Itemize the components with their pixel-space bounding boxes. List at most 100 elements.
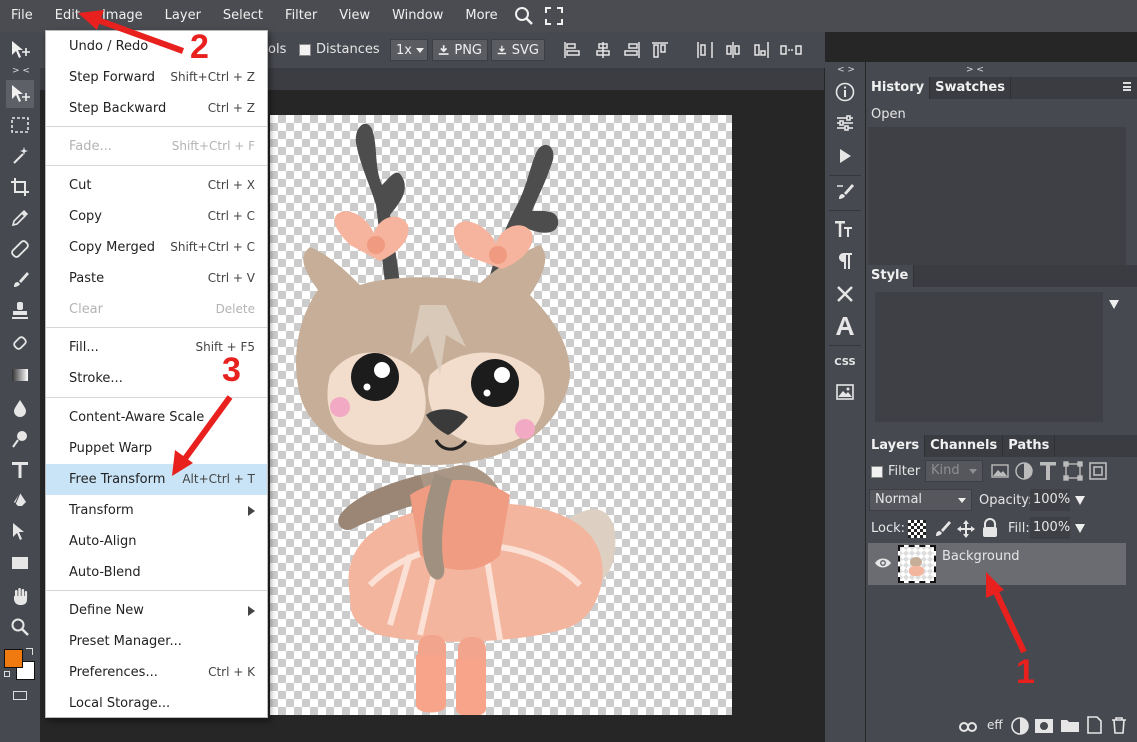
rectangle-tool[interactable] <box>6 549 34 577</box>
menu-item-copy[interactable]: Copy Ctrl + C <box>46 201 267 232</box>
search-icon[interactable] <box>509 0 539 32</box>
menu-item-local-storage[interactable]: Local Storage... <box>46 688 267 719</box>
paragraph-icon[interactable] <box>831 247 859 275</box>
fill-slider-toggle[interactable] <box>1075 524 1085 533</box>
play-icon[interactable] <box>831 142 859 170</box>
eraser-tool[interactable] <box>6 330 34 358</box>
document-canvas[interactable] <box>270 115 732 717</box>
css-icon[interactable]: CSS <box>831 348 859 376</box>
menu-filter[interactable]: Filter <box>274 0 328 32</box>
filter-shape-icon[interactable] <box>1063 461 1083 481</box>
layer-name[interactable]: Background <box>942 549 1020 564</box>
blur-tool[interactable] <box>6 394 34 422</box>
filter-type-icon[interactable] <box>1039 461 1057 481</box>
marquee-tool[interactable] <box>6 111 34 139</box>
export-png-button[interactable]: PNG <box>432 39 488 61</box>
opacity-slider-toggle[interactable] <box>1075 496 1085 505</box>
menu-item-free-transform[interactable]: Free Transform Alt+Ctrl + T <box>46 464 267 495</box>
layer-row[interactable]: Background <box>868 543 1126 585</box>
lock-all-icon[interactable] <box>981 518 999 538</box>
menu-item-define-new[interactable]: Define New <box>46 595 267 626</box>
character-icon[interactable] <box>831 215 859 243</box>
opacity-input[interactable]: 100% <box>1030 489 1070 511</box>
menu-item-auto-align[interactable]: Auto-Align <box>46 526 267 557</box>
align-hcenter-icon[interactable] <box>594 41 612 59</box>
gradient-tool[interactable] <box>6 361 34 389</box>
export-svg-button[interactable]: SVG <box>491 39 545 61</box>
menu-item-cut[interactable]: Cut Ctrl + X <box>46 170 267 201</box>
filter-adjustment-icon[interactable] <box>1015 462 1033 480</box>
default-colors-icon[interactable] <box>4 671 10 677</box>
align-top-icon[interactable] <box>651 41 669 59</box>
tab-paths[interactable]: Paths <box>1003 435 1056 457</box>
menu-item-content-aware-scale[interactable]: Content-Aware Scale <box>46 402 267 433</box>
distribute-right-icon[interactable] <box>752 41 770 59</box>
tab-swatches[interactable]: Swatches <box>930 77 1011 99</box>
new-layer-icon[interactable] <box>1085 716 1103 734</box>
menu-item-copy-merged[interactable]: Copy Merged Shift+Ctrl + C <box>46 232 267 263</box>
tools-settings-icon[interactable] <box>831 280 859 308</box>
history-entry[interactable]: Open <box>871 107 906 122</box>
magic-wand-tool[interactable] <box>6 142 34 170</box>
menu-item-clear[interactable]: Clear Delete <box>46 294 267 325</box>
menu-item-preset-manager[interactable]: Preset Manager... <box>46 626 267 657</box>
move-tool[interactable] <box>6 80 34 108</box>
menu-item-step-forward[interactable]: Step Forward Shift+Ctrl + Z <box>46 62 267 93</box>
link-icon[interactable] <box>959 721 977 733</box>
healing-brush-tool[interactable] <box>6 235 34 263</box>
trash-icon[interactable] <box>1111 716 1127 734</box>
menu-item-preferences[interactable]: Preferences... Ctrl + K <box>46 657 267 688</box>
blend-mode-select[interactable]: Normal <box>869 489 972 511</box>
mask-icon[interactable] <box>1034 717 1054 735</box>
quick-mask-icon[interactable] <box>13 691 27 700</box>
swap-colors-icon[interactable] <box>26 648 33 655</box>
lock-brush-icon[interactable] <box>932 519 952 539</box>
menu-item-auto-blend[interactable]: Auto-Blend <box>46 557 267 588</box>
clone-stamp-tool[interactable] <box>6 297 34 325</box>
distances-toggle[interactable]: Distances <box>299 42 380 57</box>
filter-smart-object-icon[interactable] <box>1088 461 1108 481</box>
align-right-icon[interactable] <box>623 41 641 59</box>
align-left-icon[interactable] <box>563 41 581 59</box>
image-icon[interactable] <box>831 378 859 406</box>
distances-checkbox[interactable] <box>299 43 311 56</box>
fill-input[interactable]: 100% <box>1030 517 1070 539</box>
dodge-tool[interactable] <box>6 425 34 453</box>
menu-item-step-backward[interactable]: Step Backward Ctrl + Z <box>46 93 267 124</box>
eye-icon[interactable] <box>874 556 892 570</box>
foreground-color-swatch[interactable] <box>4 649 23 668</box>
menu-item-undo-redo[interactable]: Undo / Redo <box>46 31 267 62</box>
type-tool[interactable] <box>6 456 34 484</box>
adjustment-layer-icon[interactable] <box>1011 717 1029 735</box>
panel-collapse-toggle[interactable]: > < <box>12 66 30 76</box>
zoom-tool[interactable] <box>6 613 34 641</box>
distribute-spacing-icon[interactable] <box>780 41 802 59</box>
kind-select[interactable]: Kind <box>925 460 983 482</box>
path-select-tool[interactable] <box>6 518 34 546</box>
menu-file[interactable]: File <box>0 0 44 32</box>
menu-view[interactable]: View <box>328 0 381 32</box>
folder-icon[interactable] <box>1060 717 1080 733</box>
tab-history[interactable]: History <box>866 77 931 99</box>
zoom-select[interactable]: 1x <box>390 39 428 61</box>
tab-layers[interactable]: Layers <box>866 435 926 457</box>
style-list[interactable] <box>875 292 1103 422</box>
distribute-left-icon[interactable] <box>696 41 714 59</box>
menu-item-puppet-warp[interactable]: Puppet Warp <box>46 433 267 464</box>
crop-tool[interactable] <box>6 173 34 201</box>
panel-menu-icon[interactable] <box>1123 82 1131 91</box>
menu-more[interactable]: More <box>454 0 508 32</box>
distribute-hcenter-icon[interactable] <box>724 41 742 59</box>
hand-tool[interactable] <box>6 582 34 610</box>
layer-thumbnail[interactable] <box>898 545 936 583</box>
filter-image-icon[interactable] <box>991 463 1009 479</box>
fullscreen-icon[interactable] <box>539 0 569 32</box>
filter-toggle[interactable]: Filter <box>871 464 920 479</box>
lock-move-icon[interactable] <box>956 519 976 539</box>
eyedropper-tool[interactable] <box>6 204 34 232</box>
info-icon[interactable] <box>831 78 859 106</box>
menu-window[interactable]: Window <box>381 0 454 32</box>
menu-item-paste[interactable]: Paste Ctrl + V <box>46 263 267 294</box>
lock-transparency-icon[interactable] <box>908 520 926 538</box>
menu-item-fade[interactable]: Fade... Shift+Ctrl + F <box>46 131 267 162</box>
